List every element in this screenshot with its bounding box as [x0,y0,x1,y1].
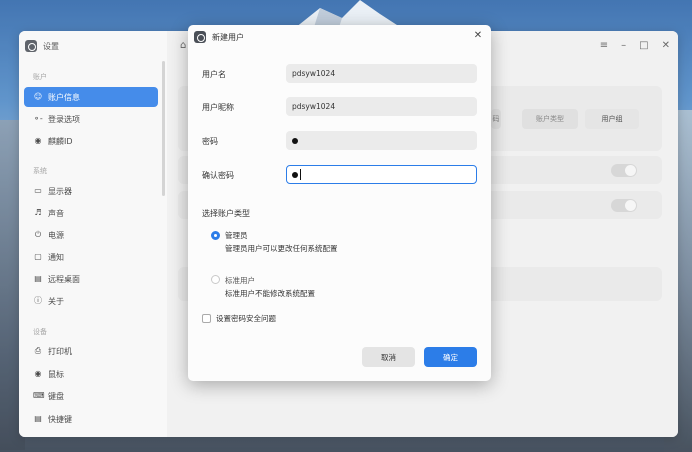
confirm-password-input[interactable] [286,165,477,184]
security-question-label: 设置密码安全问题 [216,314,276,323]
username-label: 用户名 [202,70,226,79]
security-question-checkbox[interactable] [202,314,211,323]
nickname-input[interactable] [286,97,477,116]
standard-user-option-desc: 标准用户不能修改系统配置 [225,289,315,298]
password-label: 密码 [202,137,218,146]
standard-user-option-title: 标准用户 [225,276,255,285]
cancel-button-label: 取消 [381,352,396,362]
confirm-password-label: 确认密码 [202,171,234,180]
dialog-title: 新建用户 [212,32,244,42]
account-type-section-label: 选择账户类型 [202,209,250,218]
admin-option-title: 管理员 [225,231,248,240]
dialog-close-button[interactable]: ✕ [471,29,485,43]
ok-button-label: 确定 [443,352,458,362]
dialog-header: 新建用户 [194,31,244,43]
admin-radio[interactable] [211,231,220,240]
close-icon: ✕ [473,30,483,41]
settings-app-icon [194,31,206,43]
standard-user-radio[interactable] [211,275,220,284]
username-input[interactable] [286,64,477,83]
new-user-dialog: 新建用户 ✕ 用户名 用户昵称 密码 确认密码 选择账户类型 管理员 管理员用户… [188,25,491,381]
password-input[interactable] [286,131,477,150]
nickname-label: 用户昵称 [202,103,234,112]
ok-button[interactable]: 确定 [424,347,477,367]
cancel-button[interactable]: 取消 [362,347,415,367]
admin-option-desc: 管理员用户可以更改任何系统配置 [225,244,338,253]
